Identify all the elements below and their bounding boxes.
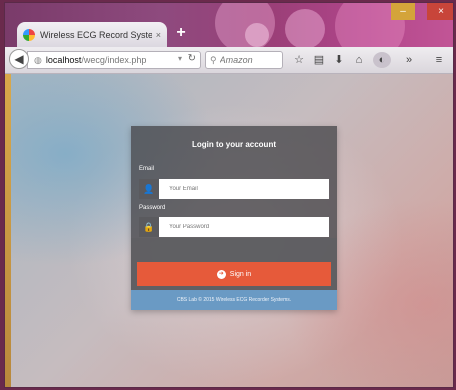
minimize-button[interactable]: ‒ xyxy=(391,3,415,20)
download-icon[interactable]: ⬇ xyxy=(331,52,347,68)
password-label: Password xyxy=(139,205,166,211)
bookmark-star-icon[interactable]: ☆ xyxy=(291,52,307,68)
left-edge-strip xyxy=(5,74,11,387)
lock-icon: 🔒 xyxy=(139,217,159,237)
sign-in-button[interactable]: ➜ Sign in xyxy=(137,262,331,286)
footer-text: CBS Lab © 2015 Wireless ECG Recorder Sys… xyxy=(131,290,337,310)
email-field[interactable] xyxy=(159,179,329,199)
page-content: Login to your account Email 👤 Password 🔒… xyxy=(5,74,453,387)
tab-close-icon[interactable]: × xyxy=(156,30,161,40)
sign-in-icon: ➜ xyxy=(216,269,226,279)
globe-icon: ◍ xyxy=(34,54,42,65)
password-field[interactable] xyxy=(159,217,329,237)
reload-icon[interactable]: ↻ xyxy=(188,53,196,64)
tab-bar: Wireless ECG Record Syste... × + ‒ × xyxy=(5,3,453,47)
reading-list-icon[interactable]: ▤ xyxy=(311,52,327,68)
email-label: Email xyxy=(139,166,155,172)
browser-tab[interactable]: Wireless ECG Record Syste... × xyxy=(17,22,167,47)
new-tab-button[interactable]: + xyxy=(173,25,189,41)
search-icon: ⚲ xyxy=(210,54,217,65)
url-path: /wecg/index.php xyxy=(81,55,147,65)
user-icon: 👤 xyxy=(139,179,159,199)
close-window-button[interactable]: × xyxy=(427,3,453,20)
search-bar[interactable]: ⚲ xyxy=(205,51,283,69)
sign-in-label: Sign in xyxy=(229,270,252,278)
favicon-icon xyxy=(23,28,35,41)
search-input[interactable] xyxy=(219,55,276,65)
arrow-left-icon: ◀ xyxy=(14,52,24,66)
password-field-group: 🔒 xyxy=(139,217,329,237)
sync-icon[interactable]: ◐ xyxy=(373,52,391,68)
overflow-chevron-icon[interactable]: » xyxy=(401,52,417,68)
login-title: Login to your account xyxy=(192,140,276,149)
home-icon[interactable]: ⌂ xyxy=(351,52,367,68)
chevron-down-icon[interactable]: ▾ xyxy=(178,54,182,63)
browser-window: Wireless ECG Record Syste... × + ‒ × ◍ l… xyxy=(4,2,454,388)
back-button[interactable]: ◀ xyxy=(9,49,29,69)
tab-title: Wireless ECG Record Syste... xyxy=(40,29,152,40)
address-bar[interactable]: ◍ localhost /wecg/index.php ▾ ↻ xyxy=(27,51,201,69)
navigation-bar: ◍ localhost /wecg/index.php ▾ ↻ ◀ ⚲ ☆ ▤ … xyxy=(5,47,453,74)
menu-icon[interactable]: ≡ xyxy=(431,52,447,68)
url-host: localhost xyxy=(45,55,82,65)
email-field-group: 👤 xyxy=(139,179,329,199)
